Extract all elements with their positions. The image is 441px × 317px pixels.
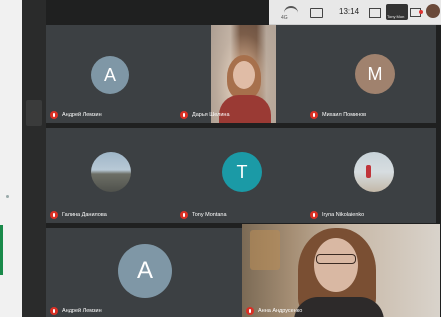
participant-tile[interactable]: A Андрей Лемзин — [46, 25, 176, 123]
self-avatar[interactable] — [426, 4, 440, 18]
mic-status-icon — [419, 10, 423, 14]
participant-photo — [354, 152, 394, 192]
participant-tile[interactable]: Галина Данилова — [46, 128, 176, 223]
participant-avatar: A — [91, 56, 129, 94]
participant-name: Tony Montana — [192, 212, 227, 218]
side-toolbar — [22, 0, 46, 317]
participant-tile[interactable]: Iryna Nikolaienko — [306, 128, 436, 223]
avatar-initial: A — [103, 64, 116, 85]
participant-name-tag: Галина Данилова — [50, 211, 107, 219]
host-app-sidebar — [0, 0, 22, 317]
presenter-label: Tony Mon — [387, 14, 405, 19]
participant-name: Андрей Лемзин — [62, 112, 102, 118]
collapse-button[interactable] — [26, 100, 42, 126]
participant-avatar: T — [222, 152, 262, 192]
mic-off-icon — [310, 111, 318, 119]
participant-tile[interactable]: M Михаил Поминов — [306, 25, 436, 123]
participant-tile[interactable]: T Tony Montana — [176, 128, 306, 223]
window-icon[interactable] — [369, 8, 381, 18]
mic-off-icon — [50, 211, 58, 219]
mic-off-icon — [310, 211, 318, 219]
sidebar-accent — [0, 225, 3, 275]
mic-off-icon — [180, 211, 188, 219]
participant-name: Iryna Nikolaienko — [322, 212, 365, 218]
participant-photo — [91, 152, 131, 192]
mic-off-icon — [246, 307, 254, 315]
participant-tile[interactable]: Анна Андрусенко — [242, 224, 440, 317]
participant-name-tag: Михаил Поминов — [310, 111, 366, 119]
participant-name-tag: Андрей Лемзин — [50, 111, 102, 119]
participant-name-tag: Андрей Лемзин — [50, 307, 102, 315]
participant-tile[interactable]: A Андрей Лемзин — [46, 228, 242, 317]
participant-name: Дарья Шелина — [192, 112, 230, 118]
participant-tile[interactable]: Дарья Шелина — [176, 25, 306, 123]
participant-name: Андрей Лемзин — [62, 308, 102, 314]
mic-off-icon — [180, 111, 188, 119]
network-label: 4G — [281, 15, 288, 21]
system-bar: 4G 13:14 Tony Mon — [269, 0, 441, 25]
participant-name-tag: Tony Montana — [180, 211, 227, 219]
participant-avatar: M — [355, 54, 395, 94]
participant-name: Михаил Поминов — [322, 112, 367, 118]
participant-avatar: A — [118, 244, 172, 298]
participant-name-tag: Дарья Шелина — [180, 111, 230, 119]
avatar-initial: A — [136, 257, 153, 284]
sidebar-marker — [6, 195, 9, 198]
clock: 13:14 — [339, 7, 360, 16]
participant-name: Анна Андрусенко — [258, 308, 303, 314]
avatar-initial: T — [236, 161, 248, 182]
participant-video — [211, 25, 276, 123]
mic-off-icon — [50, 111, 58, 119]
chat-icon[interactable] — [310, 8, 323, 18]
participant-name-tag: Анна Андрусенко — [246, 307, 302, 315]
participant-name: Галина Данилова — [62, 212, 107, 218]
avatar-initial: M — [367, 63, 383, 84]
participant-name-tag: Iryna Nikolaienko — [310, 211, 364, 219]
mic-off-icon — [50, 307, 58, 315]
